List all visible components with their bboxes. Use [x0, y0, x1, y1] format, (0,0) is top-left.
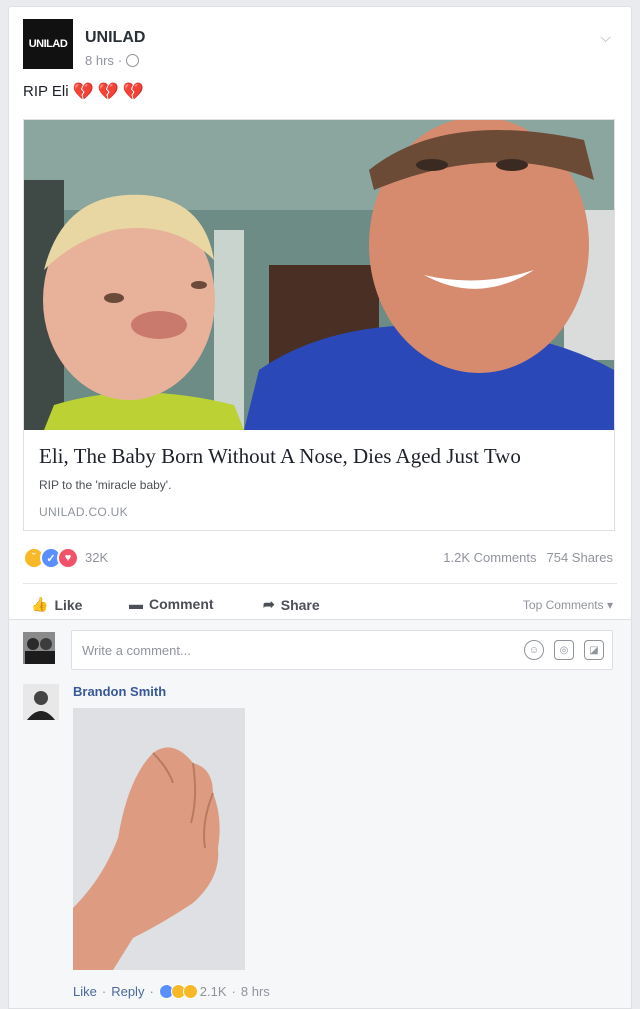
post-header: UNILAD UNILAD 8 hrs · ⌵ [23, 19, 617, 79]
link-title[interactable]: Eli, The Baby Born Without A Nose, Dies … [39, 444, 521, 469]
separator-dot: · [231, 984, 236, 999]
camera-icon[interactable]: ◎ [554, 640, 574, 660]
post-text: RIP Eli 💔 💔 💔 [23, 83, 144, 100]
separator-dot: · [101, 984, 107, 999]
comment-input[interactable]: Write a comment... ☺ ◎ ◪ [71, 630, 613, 670]
caret-down-icon: ▾ [606, 598, 613, 612]
separator-dot: · [149, 984, 154, 999]
broken-heart-icon: 💔 [72, 82, 94, 101]
comment-tools: ☺ ◎ ◪ [524, 640, 604, 660]
comment-reaction-count[interactable]: 2.1K [200, 984, 227, 999]
post-card: UNILAD UNILAD 8 hrs · ⌵ RIP Eli 💔 💔 💔 El… [8, 6, 632, 620]
page-name[interactable]: UNILAD [85, 29, 145, 47]
thumbs-up-icon: 👍 [31, 596, 49, 612]
comment-reply-link[interactable]: Reply [111, 984, 144, 999]
like-button[interactable]: 👍 Like [31, 596, 82, 613]
chevron-down-icon[interactable]: ⌵ [600, 29, 611, 46]
top-comments-label: Top Comments [522, 598, 604, 612]
love-reaction-icon: ♥ [57, 547, 79, 569]
commenter-name[interactable]: Brandon Smith [73, 684, 166, 699]
comment-actions: Like · Reply · 2.1K · 8 hrs [73, 984, 270, 999]
speech-bubble-icon: ▬ [129, 596, 143, 612]
comment-like-link[interactable]: Like [73, 984, 97, 999]
link-preview[interactable]: Eli, The Baby Born Without A Nose, Dies … [23, 119, 615, 531]
post-stats: 1.2K Comments 754 Shares [443, 550, 613, 565]
comment-button[interactable]: ▬ Comment [129, 596, 214, 612]
link-domain: UNILAD.CO.UK [39, 505, 128, 519]
comment-placeholder: Write a comment... [82, 643, 191, 658]
share-button[interactable]: ➦ Share [263, 596, 320, 613]
separator-dot: · [117, 53, 123, 68]
share-label: Share [280, 596, 320, 613]
comment-photo[interactable] [73, 708, 245, 970]
post-time[interactable]: 8 hrs [85, 53, 114, 68]
link-description: RIP to the 'miracle baby'. [39, 478, 172, 492]
link-preview-photo[interactable] [24, 120, 614, 430]
sticker-icon[interactable]: ◪ [584, 640, 604, 660]
comment-time[interactable]: 8 hrs [241, 984, 270, 999]
post-meta: 8 hrs · [85, 53, 140, 68]
reaction-icons[interactable]: ˘ ✓ ♥ [23, 547, 79, 569]
post-text-label: RIP Eli [23, 83, 69, 100]
like-label: Like [54, 596, 83, 613]
globe-icon [126, 54, 140, 67]
comments-count[interactable]: 1.2K Comments [443, 550, 536, 565]
comment-label: Comment [149, 596, 214, 612]
reactions-row: ˘ ✓ ♥ 32K 1.2K Comments 754 Shares [23, 545, 617, 569]
action-bar: 👍 Like ▬ Comment ➦ Share Top Comments ▾ [23, 583, 617, 614]
comments-section: Write a comment... ☺ ◎ ◪ Brandon Smith L… [8, 620, 632, 1009]
top-comments-dropdown[interactable]: Top Comments ▾ [523, 598, 613, 612]
share-arrow-icon: ➦ [263, 596, 275, 612]
emoji-icon[interactable]: ☺ [524, 640, 544, 660]
comment-reaction-icons[interactable] [158, 984, 198, 999]
shares-count[interactable]: 754 Shares [547, 550, 614, 565]
broken-heart-icon: 💔 [97, 82, 119, 101]
avatar[interactable] [23, 632, 55, 664]
reaction-count[interactable]: 32K [85, 550, 108, 565]
broken-heart-icon: 💔 [122, 82, 145, 101]
page-logo[interactable]: UNILAD [23, 19, 73, 69]
avatar[interactable] [23, 684, 59, 720]
haha-reaction-icon [182, 984, 198, 999]
